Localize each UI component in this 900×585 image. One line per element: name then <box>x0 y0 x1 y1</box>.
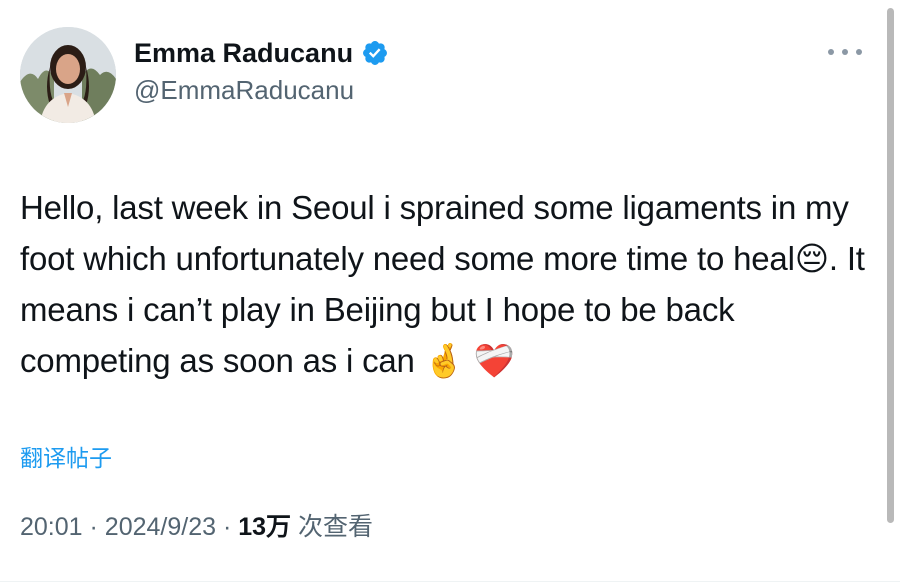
tweet-metadata: 20:01 · 2024/9/23 · 13万 次查看 <box>20 510 373 544</box>
more-dot <box>856 49 862 55</box>
view-count: 13万 <box>238 513 292 541</box>
views-label: 次查看 <box>298 513 374 541</box>
divider <box>0 581 900 582</box>
display-name[interactable]: Emma Raducanu <box>134 36 353 70</box>
name-row: Emma Raducanu <box>134 36 389 70</box>
more-dot <box>842 49 848 55</box>
separator: · <box>222 513 232 541</box>
translate-post-link[interactable]: 翻译帖子 <box>20 443 112 473</box>
tweet-time[interactable]: 20:01 <box>20 513 83 541</box>
more-dot <box>828 49 834 55</box>
tweet-date[interactable]: 2024/9/23 <box>105 513 216 541</box>
scrollbar[interactable] <box>887 8 894 523</box>
avatar[interactable] <box>20 27 116 123</box>
tweet-text: Hello, last week in Seoul i sprained som… <box>20 189 865 379</box>
tweet-author[interactable]: Emma Raducanu @EmmaRaducanu <box>134 36 389 106</box>
user-handle[interactable]: @EmmaRaducanu <box>134 74 389 106</box>
verified-badge-icon[interactable] <box>361 39 389 67</box>
avatar-photo <box>20 27 116 123</box>
separator: · <box>89 513 98 541</box>
more-options-icon[interactable] <box>828 44 862 60</box>
